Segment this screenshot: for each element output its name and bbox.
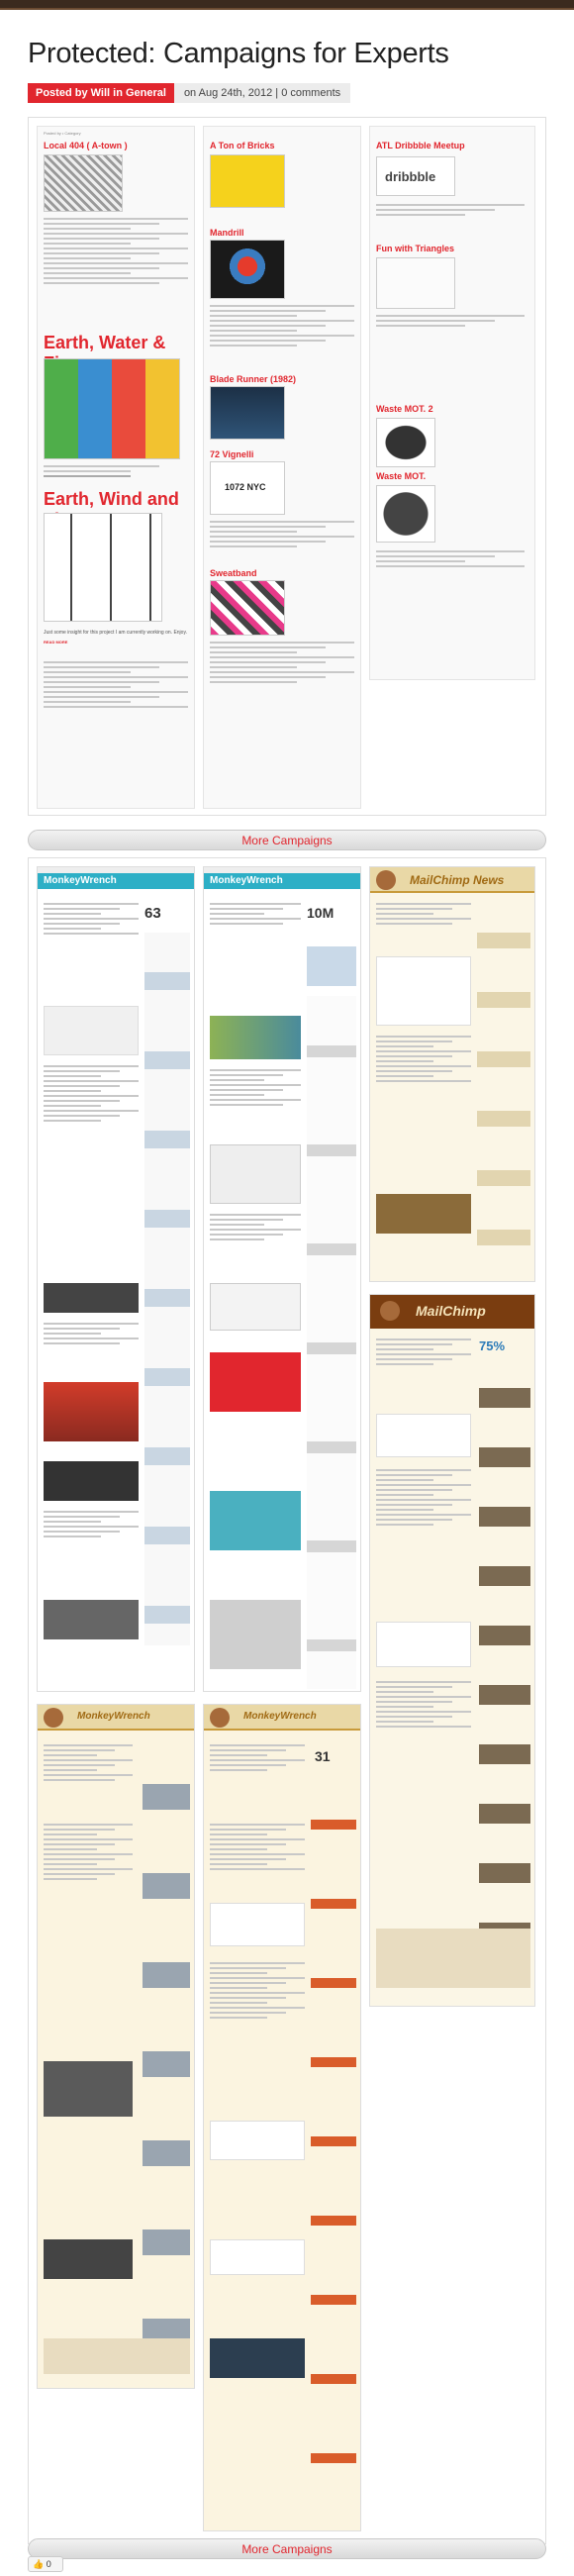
- col3-heading-4[interactable]: Waste MOT.: [376, 471, 426, 481]
- newsletter-monkeywrench-1[interactable]: MonkeyWrench 63: [37, 866, 195, 1692]
- more-campaigns-button-2[interactable]: More Campaigns: [28, 2538, 546, 2559]
- totem-illustration-color: [44, 358, 180, 459]
- campaign-column-1: Posted by • Category Local 404 ( A-town …: [37, 126, 195, 809]
- col2-heading-4[interactable]: 72 Vignelli: [210, 449, 253, 459]
- post-meta: Posted by Will in General on Aug 24th, 2…: [28, 83, 351, 103]
- mc2-title: MailChimp: [416, 1303, 486, 1319]
- mc2-stat: 75%: [479, 1338, 506, 1353]
- bricks-thumbnail[interactable]: [210, 154, 285, 208]
- newsletter-monkeywrench-4[interactable]: MonkeyWrench 31: [203, 1704, 361, 2531]
- newsletter-mailchimp-2[interactable]: MailChimp 75%: [369, 1294, 535, 2007]
- col1-read-more[interactable]: READ MORE: [44, 640, 67, 644]
- dribbble-logo[interactable]: dribbble: [376, 156, 455, 196]
- mw4-stat: 31: [315, 1748, 331, 1764]
- thumbs-up-icon: 👍: [33, 2559, 45, 2569]
- comments-link[interactable]: on Aug 24th, 2012 | 0 comments: [184, 87, 340, 99]
- newsletter-monkeywrench-3[interactable]: MonkeyWrench: [37, 1704, 195, 2389]
- col3-heading-2[interactable]: Fun with Triangles: [376, 244, 454, 253]
- col2-heading-2[interactable]: Mandrill: [210, 228, 244, 238]
- waste-mot-2-thumbnail[interactable]: [376, 418, 435, 467]
- newsletter-mailchimp-news[interactable]: MailChimp News: [369, 866, 535, 1282]
- col2-heading-1[interactable]: A Ton of Bricks: [210, 141, 275, 150]
- more-campaigns-button-1[interactable]: More Campaigns: [28, 830, 546, 850]
- post-date: on Aug 24th, 2012 | 0 comments: [173, 83, 351, 103]
- newsletters-panel: MonkeyWrench 63 MonkeyWrench 10M MailChi…: [28, 857, 546, 2544]
- mandrill-thumbnail[interactable]: [210, 240, 285, 299]
- mw1-title: MonkeyWrench: [38, 873, 194, 889]
- mc-news-title: MailChimp News: [410, 873, 505, 887]
- top-bar: [0, 0, 574, 10]
- mw2-stat: 10M: [307, 905, 335, 921]
- mw2-title: MonkeyWrench: [204, 873, 360, 889]
- col1-heading-1[interactable]: Local 404 ( A-town ): [44, 141, 128, 150]
- like-count: 0: [46, 2559, 51, 2569]
- vignelli-poster[interactable]: 1072 NYC: [210, 461, 285, 515]
- sweatband-thumbnail[interactable]: [210, 580, 285, 636]
- mw4-monkey-icon: [210, 1708, 230, 1728]
- campaign-column-3: ATL Dribbble Meetup dribbble Fun with Tr…: [369, 126, 535, 680]
- freddie-avatar-icon: [376, 870, 396, 890]
- campaigns-panel: Posted by • Category Local 404 ( A-town …: [28, 117, 546, 816]
- freddie-logo-icon: [380, 1301, 400, 1321]
- like-button[interactable]: 👍 0: [28, 2556, 63, 2572]
- campaign-column-2: A Ton of Bricks Mandrill Blade Runner (1…: [203, 126, 361, 809]
- col3-heading-1[interactable]: ATL Dribbble Meetup: [376, 141, 465, 150]
- posted-by-badge[interactable]: Posted by Will in General: [28, 83, 174, 103]
- col1-caption: Just some insight for this project I am …: [44, 630, 187, 636]
- mw3-title: MonkeyWrench: [77, 1711, 150, 1722]
- mw3-monkey-icon: [44, 1708, 63, 1728]
- blade-runner-thumbnail[interactable]: [210, 386, 285, 440]
- col1-meta: Posted by • Category: [44, 131, 81, 136]
- newsletter-monkeywrench-2[interactable]: MonkeyWrench 10M: [203, 866, 361, 1692]
- col2-heading-5[interactable]: Sweatband: [210, 568, 257, 578]
- col2-heading-3[interactable]: Blade Runner (1982): [210, 374, 296, 384]
- totem-illustration-outline: [44, 513, 162, 622]
- a-town-thumbnail[interactable]: [44, 154, 123, 212]
- col3-heading-3[interactable]: Waste MOT. 2: [376, 404, 433, 414]
- triangles-thumbnail[interactable]: [376, 257, 455, 309]
- mw4-title: MonkeyWrench: [243, 1711, 317, 1722]
- page-title: Protected: Campaigns for Experts: [28, 38, 449, 69]
- mw1-stat: 63: [144, 905, 161, 922]
- waste-mot-thumbnail[interactable]: [376, 485, 435, 543]
